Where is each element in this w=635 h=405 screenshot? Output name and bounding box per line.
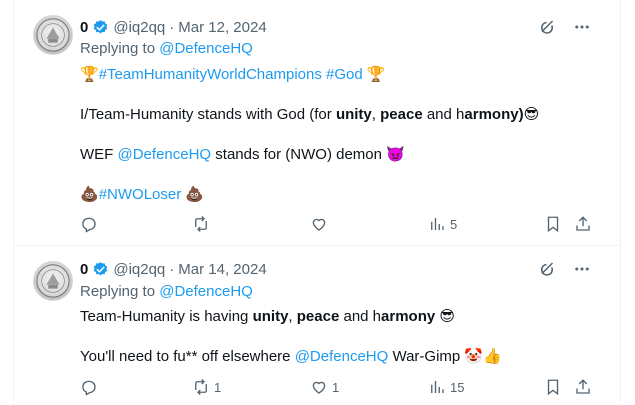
tweet-header: 0 @iq2qq · Mar 14, 2024 [80, 259, 267, 279]
tweet-text-line: Team-Humanity is having unity, peace and… [80, 306, 455, 327]
text-segment: and h [339, 308, 382, 325]
views-count: 15 [450, 379, 465, 395]
like-icon [312, 218, 326, 231]
timestamp[interactable]: Mar 14, 2024 [178, 261, 266, 278]
seal-image [36, 18, 70, 52]
hashtag-link[interactable]: #God [326, 66, 363, 83]
sunglasses-emoji: 😎 [523, 105, 540, 123]
bold-text: peace [296, 308, 340, 325]
bold-text: unity [335, 106, 372, 123]
views-icon [431, 381, 444, 393]
handle[interactable]: @iq2qq [113, 19, 165, 36]
tweet[interactable]: 0 @iq2qq · Mar 12, 2024 Replying to @Def… [14, 0, 620, 246]
repost-button[interactable]: 1 [192, 378, 310, 396]
text-segment: You'll need to fu** off elsewhere [80, 348, 295, 365]
tweet[interactable]: 0 @iq2qq · Mar 14, 2024 Replying to @Def… [14, 246, 620, 405]
mention-link[interactable]: @DefenceHQ [118, 146, 212, 163]
tweet-actions: 1 1 15 [80, 378, 600, 396]
tweet-top-actions [538, 17, 592, 37]
like-button[interactable]: 1 [310, 378, 428, 396]
views-button[interactable]: 15 [428, 378, 544, 396]
separator-dot: · [169, 260, 175, 278]
bold-text: armony [381, 308, 436, 325]
like-icon [312, 381, 326, 394]
replying-to: Replying to @DefenceHQ [80, 283, 253, 300]
replying-label: Replying to [80, 283, 156, 300]
verified-badge-icon [94, 261, 108, 275]
poop-emoji: 💩 [80, 185, 99, 203]
text-segment: , [288, 308, 297, 325]
tweet-text-line: You'll need to fu** off elsewhere @Defen… [80, 346, 502, 367]
tweet-top-actions [538, 259, 592, 279]
separator-dot: · [169, 18, 175, 36]
replying-label: Replying to [80, 40, 156, 57]
share-icon [576, 379, 590, 394]
text-segment: and h [422, 106, 465, 123]
text-segment: I/Team-Humanity stands with God (for [80, 106, 336, 123]
tweet-text-line: I/Team-Humanity stands with God (for uni… [80, 104, 539, 125]
poop-emoji: 💩 [185, 185, 205, 203]
handle[interactable]: @iq2qq [113, 261, 165, 278]
hashtag-link[interactable]: #NWOLoser [99, 186, 182, 203]
share-button[interactable] [574, 215, 598, 233]
avatar[interactable] [33, 15, 73, 55]
tweet-actions: 5 [80, 215, 600, 233]
reply-button[interactable] [80, 378, 192, 396]
hashtag-link[interactable]: #TeamHumanityWorldChampions [99, 66, 322, 83]
tweet-header: 0 @iq2qq · Mar 12, 2024 [80, 17, 267, 37]
like-count: 1 [332, 379, 340, 395]
avatar[interactable] [33, 261, 73, 301]
demon-emoji: 👿 [386, 145, 405, 163]
bookmark-button[interactable] [544, 215, 574, 233]
share-button[interactable] [574, 378, 598, 396]
trophy-emoji: 🏆 [80, 65, 99, 83]
repost-button[interactable] [192, 215, 310, 233]
timeline: 0 @iq2qq · Mar 12, 2024 Replying to @Def… [13, 0, 621, 405]
verified-badge-icon [94, 19, 108, 33]
replying-to-mention[interactable]: @DefenceHQ [159, 283, 253, 300]
reply-icon [82, 380, 96, 396]
reply-button[interactable] [80, 215, 192, 233]
more-icon[interactable] [572, 259, 592, 279]
bookmark-icon [547, 379, 559, 396]
views-count: 5 [450, 216, 458, 232]
tweet-text-line: 💩#NWOLoser 💩 [80, 184, 204, 205]
reply-icon [82, 217, 96, 233]
more-icon[interactable] [572, 17, 592, 37]
views-button[interactable]: 5 [428, 215, 544, 233]
replying-to-mention[interactable]: @DefenceHQ [159, 40, 253, 57]
display-name[interactable]: 0 [80, 19, 88, 36]
grok-icon[interactable] [538, 259, 558, 279]
seal-image [36, 264, 70, 298]
text-segment: stands for (NWO) demon [211, 146, 387, 163]
bold-text: armony) [464, 106, 524, 123]
replying-to: Replying to @DefenceHQ [80, 40, 253, 57]
like-button[interactable] [310, 215, 428, 233]
tweet-text-line: WEF @DefenceHQ stands for (NWO) demon 👿 [80, 144, 405, 165]
bookmark-icon [547, 216, 559, 233]
text-segment: War-Gimp [388, 348, 465, 365]
trophy-emoji: 🏆 [366, 65, 386, 83]
text-segment: Team-Humanity is having [80, 308, 253, 325]
timestamp[interactable]: Mar 12, 2024 [178, 19, 266, 36]
grok-icon[interactable] [538, 17, 558, 37]
share-icon [576, 216, 590, 231]
tweet-text-line: 🏆#TeamHumanityWorldChampions #God 🏆 [80, 64, 386, 85]
sunglasses-emoji: 😎 [439, 307, 456, 325]
text-segment: WEF [80, 146, 118, 163]
bold-text: peace [380, 106, 423, 123]
clown-thumbs-emoji: 🤡👍 [464, 347, 502, 365]
display-name[interactable]: 0 [80, 261, 88, 278]
repost-icon [195, 379, 207, 395]
bold-text: unity [252, 308, 289, 325]
bookmark-button[interactable] [544, 378, 574, 396]
repost-count: 1 [214, 379, 222, 395]
mention-link[interactable]: @DefenceHQ [295, 348, 389, 365]
text-segment: , [371, 106, 381, 123]
views-icon [431, 218, 444, 230]
repost-icon [195, 216, 207, 232]
